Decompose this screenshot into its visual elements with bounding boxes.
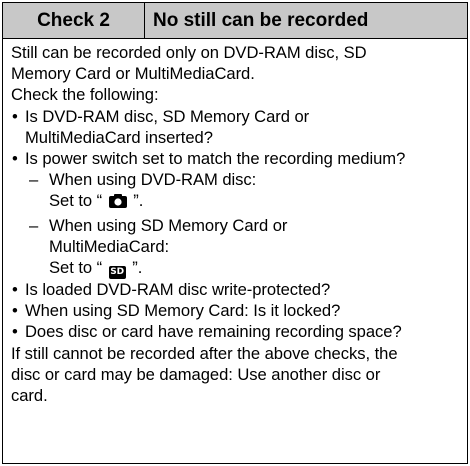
outro-line-3: card. [11, 386, 48, 406]
intro-line-2: Memory Card or MultiMediaCard. [11, 64, 255, 84]
sub-text: When using DVD-RAM disc: [49, 170, 257, 190]
bullet-item-locked: • When using SD Memory Card: Is it locke… [11, 300, 461, 321]
bullet-item-power-switch: • Is power switch set to match the recor… [11, 148, 461, 169]
bullet-item-write-protected: • Is loaded DVD-RAM disc write-protected… [11, 279, 461, 300]
bullet-text: Is DVD-RAM disc, SD Memory Card or [25, 106, 310, 126]
sub-text: When using SD Memory Card or [49, 215, 288, 235]
bullet-text: When using SD Memory Card: Is it locked? [25, 301, 341, 321]
intro-line-1: Still can be recorded only on DVD-RAM di… [11, 43, 367, 62]
bullet-icon: • [12, 280, 18, 300]
check-following: Check the following: [11, 85, 159, 105]
sub-continuation-multimediacard: MultiMediaCard: [49, 236, 170, 256]
dash-icon: – [29, 215, 39, 235]
troubleshooting-box: Check 2 No still can be recorded Still c… [2, 2, 468, 464]
outro-line-2: disc or card may be damaged: Use another… [11, 364, 381, 384]
sub-continuation-sd: Set to “ SD ”. [11, 257, 461, 280]
bullet-icon: • [12, 322, 18, 342]
sub-item-dvd-ram: – When using DVD-RAM disc: [11, 169, 461, 190]
bullet-item-space: • Does disc or card have remaining recor… [11, 321, 461, 342]
outro-line-1: If still cannot be recorded after the ab… [11, 343, 398, 363]
dash-icon: – [29, 170, 39, 190]
set-to-prefix: Set to “ [49, 191, 107, 211]
sub-item-sd-card: – When using SD Memory Card or [11, 215, 461, 236]
bullet-text: Does disc or card have remaining recordi… [25, 322, 402, 342]
bullet-continuation: MultiMediaCard inserted? [25, 127, 213, 147]
set-to-suffix: ”. [127, 258, 143, 278]
set-to-prefix: Set to “ [49, 258, 107, 278]
set-to-suffix: ”. [128, 191, 144, 211]
camera-icon [108, 193, 128, 214]
header-row: Check 2 No still can be recorded [3, 3, 467, 39]
check-title: No still can be recorded [153, 9, 369, 31]
check-label: Check 2 [3, 3, 145, 38]
content-body: Still can be recorded only on DVD-RAM di… [3, 39, 467, 406]
sd-card-icon: SD [108, 266, 126, 280]
bullet-icon: • [12, 149, 18, 169]
bullet-text: Is loaded DVD-RAM disc write-protected? [25, 280, 331, 300]
bullet-item-media-inserted: • Is DVD-RAM disc, SD Memory Card or [11, 106, 461, 127]
bullet-icon: • [12, 106, 18, 126]
bullet-icon: • [12, 301, 18, 321]
sub-continuation-camera: Set to “ ”. [11, 190, 461, 214]
bullet-text: Is power switch set to match the recordi… [25, 149, 406, 169]
